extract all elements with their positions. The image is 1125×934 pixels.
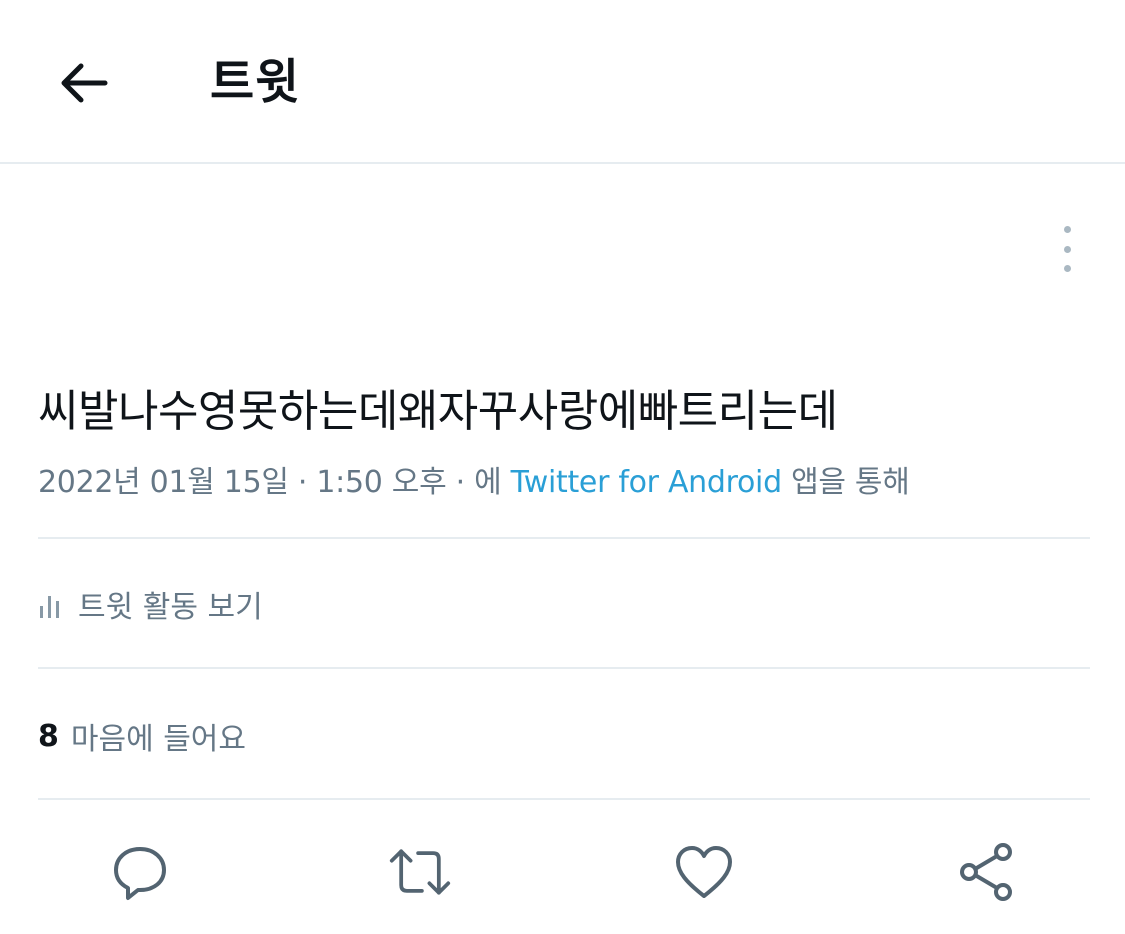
like-button[interactable] — [672, 840, 736, 904]
more-options-button[interactable] — [1052, 226, 1082, 272]
divider — [38, 667, 1090, 669]
likes-count: 8 — [38, 718, 59, 754]
likes-label: 마음에 들어요 — [70, 722, 247, 757]
share-button[interactable] — [955, 840, 1019, 904]
activity-label: 트윗 활동 보기 — [78, 590, 263, 625]
divider — [38, 537, 1090, 539]
view-tweet-activity-link[interactable]: 트윗 활동 보기 — [38, 580, 263, 628]
source-link[interactable]: Twitter for Android — [511, 465, 782, 500]
more-vertical-icon — [1063, 226, 1071, 233]
likes-link[interactable]: 8 마음에 들어요 — [38, 712, 246, 760]
reply-icon — [114, 847, 166, 900]
tweet-date: 2022년 01월 15일 — [38, 465, 289, 500]
heart-icon — [676, 846, 732, 898]
page-title: 트윗 — [210, 54, 301, 110]
divider — [38, 798, 1090, 800]
retweet-icon — [389, 849, 451, 895]
meta-separator: · — [446, 465, 475, 500]
via-prefix: 에 — [474, 465, 511, 500]
retweet-button[interactable] — [388, 840, 452, 904]
tweet-meta: 2022년 01월 15일 · 1:50 오후 · 에 Twitter for … — [38, 462, 910, 504]
bar-chart-icon — [38, 590, 64, 618]
reply-button[interactable] — [108, 840, 172, 904]
via-suffix: 앱을 통해 — [781, 465, 910, 500]
meta-separator: · — [288, 465, 317, 500]
tweet-time: 1:50 오후 — [316, 465, 447, 500]
share-icon — [960, 843, 1012, 901]
tweet-text: 씨발나수영못하는데왜자꾸사랑에빠트리는데 — [38, 386, 838, 437]
arrow-left-icon — [61, 63, 108, 103]
top-bar: 트윗 — [0, 0, 1125, 164]
back-button[interactable] — [48, 52, 118, 114]
